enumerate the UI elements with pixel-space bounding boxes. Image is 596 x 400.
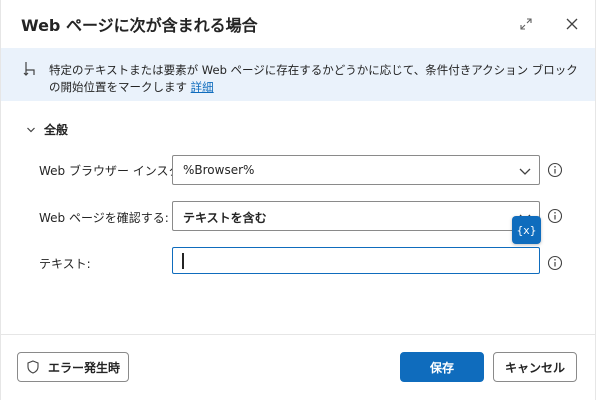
chevron-down-icon: [27, 127, 35, 132]
cancel-button[interactable]: キャンセル: [493, 352, 577, 382]
close-icon: [566, 18, 578, 30]
check-page-label: Web ページを確認する:: [39, 211, 169, 225]
expand-icon: [520, 18, 532, 30]
browser-instance-value: %Browser%: [183, 163, 255, 177]
close-button[interactable]: [560, 12, 584, 36]
dialog-title: Web ページに次が含まれる場合: [21, 16, 258, 35]
section-general-toggle[interactable]: 全般: [26, 121, 68, 138]
info-circle-icon[interactable]: [547, 255, 563, 271]
info-bar: 特定のテキストまたは要素が Web ページに存在するかどうかに応じて、条件付きア…: [1, 48, 595, 101]
learn-more-link[interactable]: 詳細: [191, 80, 214, 94]
flow-branch-icon: [23, 62, 35, 76]
dialog: Web ページに次が含まれる場合 特定のテキストまたは要素が Web ページに存…: [0, 0, 596, 400]
browser-instance-dropdown[interactable]: %Browser%: [172, 155, 540, 185]
section-title: 全般: [44, 123, 69, 137]
shield-icon: [27, 360, 39, 374]
check-page-dropdown[interactable]: テキストを含む: [172, 201, 540, 231]
text-caret: [182, 253, 184, 269]
text-label: テキスト:: [39, 257, 91, 271]
text-input[interactable]: [172, 247, 540, 274]
info-circle-icon[interactable]: [547, 208, 563, 224]
save-button[interactable]: 保存: [400, 352, 484, 382]
info-text: 特定のテキストまたは要素が Web ページに存在するかどうかに応じて、条件付きア…: [49, 62, 584, 96]
check-page-value: テキストを含む: [183, 211, 267, 225]
info-description: 特定のテキストまたは要素が Web ページに存在するかどうかに応じて、条件付きア…: [49, 63, 578, 94]
dialog-header: Web ページに次が含まれる場合: [1, 0, 595, 48]
on-error-label: エラー発生時: [47, 360, 120, 375]
footer-divider: [1, 334, 595, 335]
variables-button[interactable]: {x}: [512, 216, 541, 244]
chevron-down-icon: [519, 168, 531, 175]
on-error-button[interactable]: エラー発生時: [17, 352, 129, 382]
expand-button[interactable]: [514, 12, 538, 36]
info-circle-icon[interactable]: [547, 162, 563, 178]
